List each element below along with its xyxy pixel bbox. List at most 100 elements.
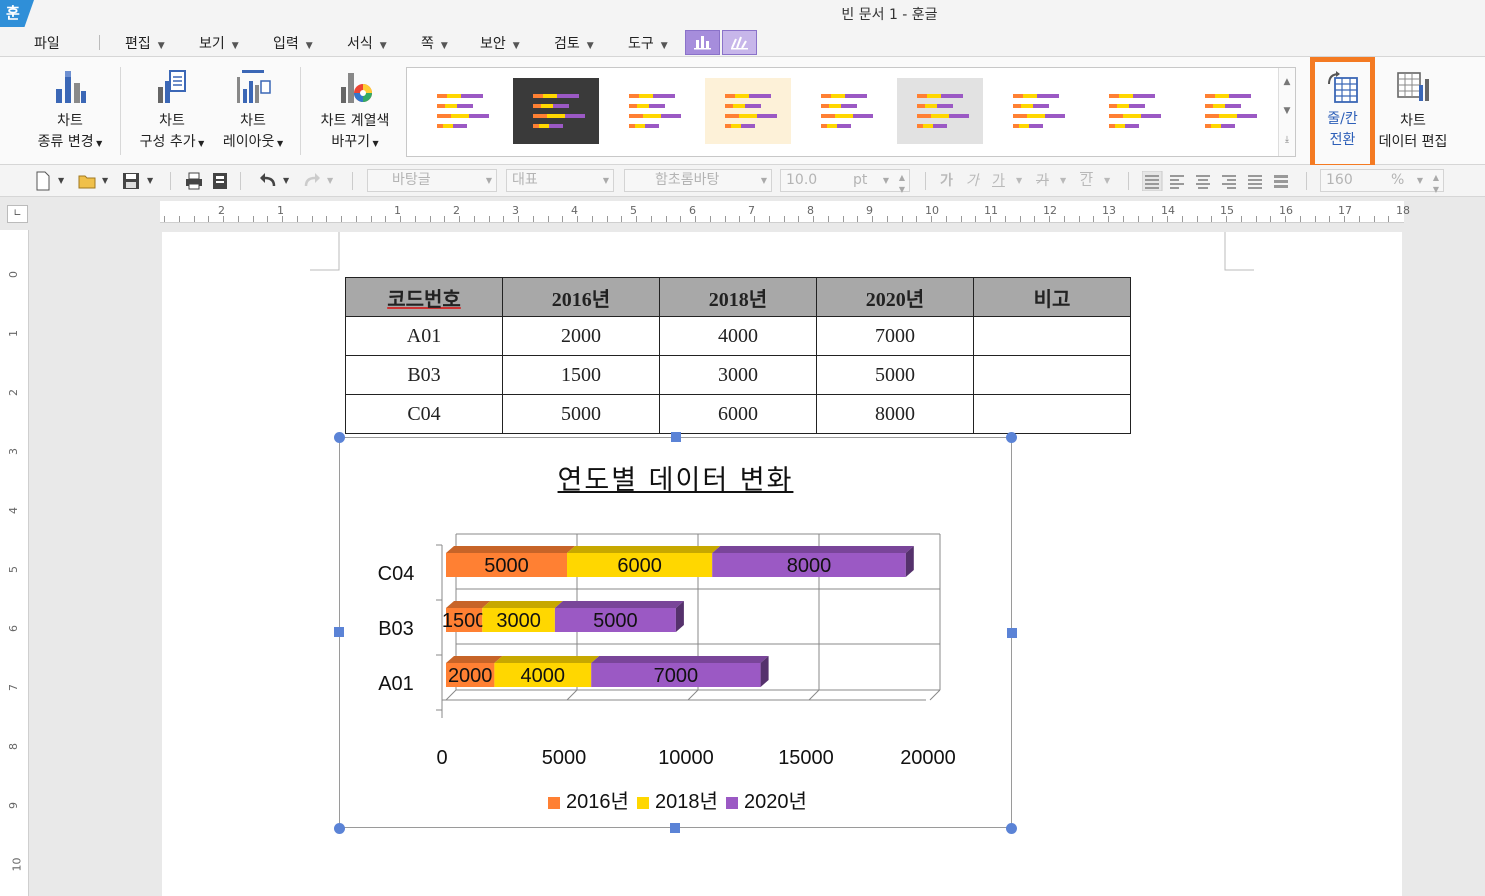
table-header-cell[interactable]: 비고 [973,277,1131,317]
gallery-expand-icon[interactable]: ⤓ [1279,126,1295,155]
table-cell[interactable]: 5000 [502,394,660,434]
menu-view[interactable]: 보기 ▼ [199,33,239,53]
font-size-combo[interactable]: 10.0 pt ▼ ▲ ▼ [780,169,910,194]
resize-handle-bottom[interactable] [670,823,680,833]
table-cell[interactable]: C04 [345,394,503,434]
vertical-ruler[interactable]: 0 1 2 3 4 5 6 7 8 9 10 [0,230,29,896]
scroll-up-icon[interactable]: ▲ [1279,68,1295,97]
table-cell[interactable] [973,355,1131,395]
resize-handle-top-left[interactable] [334,432,345,443]
table-cell[interactable] [973,394,1131,434]
font-color-icon[interactable]: 간 [1080,171,1093,191]
new-document-icon[interactable] [35,171,51,191]
bold-icon[interactable]: 가 [940,171,953,191]
scroll-down-icon[interactable]: ▼ [1279,97,1295,126]
table-header-cell[interactable]: 2020년 [816,277,974,317]
chart-style-thumb[interactable] [897,78,983,144]
strikethrough-icon[interactable]: 가 [1036,171,1049,191]
menu-security-label: 보안 [480,36,506,52]
chart-style-thumb[interactable] [801,78,887,144]
change-chart-type-button[interactable]: 차트 종류 변경 ▼ [30,69,110,157]
menu-file-label: 파일 [34,36,60,52]
table-header-cell[interactable]: 코드번호 [345,277,503,317]
data-table[interactable]: 코드번호 2016년 2018년 2020년 비고 A01 2000 4000 … [345,277,1131,434]
chevron-down-icon[interactable]: ▼ [1060,171,1066,191]
thumb-bar [1115,124,1125,128]
thumb-bar [725,94,735,98]
edit-chart-data-button[interactable]: 차트 데이터 편집 [1375,69,1451,157]
ruler-corner-button[interactable]: ∟ [7,205,28,223]
menu-review[interactable]: 검토 ▼ [554,33,594,53]
menu-page[interactable]: 쪽 ▼ [421,33,448,53]
table-cell[interactable]: 6000 [659,394,817,434]
tab-chart-context[interactable] [685,30,720,55]
chevron-down-icon[interactable]: ▼ [102,171,108,191]
save-icon[interactable] [122,171,140,191]
toolbar-divider [925,172,926,190]
thumb-bar [1125,124,1139,128]
resize-handle-right[interactable] [1007,628,1017,638]
chart-style-thumb[interactable] [1185,78,1271,144]
menu-file[interactable]: 파일 [34,33,60,53]
chart-style-thumb[interactable] [513,78,599,144]
chevron-down-icon[interactable]: ▼ [147,171,153,191]
ruler-tick [164,216,165,222]
table-header-cell[interactable]: 2016년 [502,277,660,317]
print-preview-icon[interactable] [211,171,229,191]
table-cell[interactable]: 8000 [816,394,974,434]
table-cell[interactable]: 2000 [502,316,660,356]
zoom-combo[interactable]: 160 % ▼ ▲ ▼ [1320,169,1444,194]
change-series-color-button[interactable]: 차트 계열색 바꾸기 ▼ [310,69,400,157]
align-buttons[interactable] [1142,171,1302,191]
chart-title[interactable]: 연도별 데이터 변화 [339,458,1012,497]
add-chart-element-button[interactable]: 차트 구성 추가 ▼ [136,69,208,157]
table-cell[interactable]: A01 [345,316,503,356]
menu-security[interactable]: 보안 ▼ [480,33,520,53]
resize-handle-bottom-right[interactable] [1006,823,1017,834]
table-cell[interactable]: 5000 [816,355,974,395]
ruler-tick [1240,216,1242,222]
underline-icon[interactable]: 가 [992,171,1005,191]
chevron-down-icon: ▼ [93,139,103,148]
font-combo[interactable]: 함초롬바탕 ▼ [624,169,772,192]
resize-handle-left[interactable] [334,627,344,637]
menu-insert[interactable]: 입력 ▼ [273,33,313,53]
chevron-down-icon[interactable]: ▼ [283,171,289,191]
chart-style-thumb[interactable] [993,78,1079,144]
chart-style-thumb[interactable] [705,78,791,144]
table-cell[interactable]: 1500 [502,355,660,395]
menu-tools-label: 도구 [628,36,654,52]
print-icon[interactable] [185,171,203,191]
table-cell[interactable]: 7000 [816,316,974,356]
chart-layout-button[interactable]: 차트 레이아웃 ▼ [218,69,288,157]
table-cell[interactable] [973,316,1131,356]
paragraph-style-combo[interactable]: 바탕글 ▼ [367,169,497,192]
chart-style-thumb[interactable] [609,78,695,144]
outline-combo[interactable]: 대표 ▼ [506,169,614,192]
gallery-scrollbar[interactable]: ▲ ▼ ⤓ [1278,68,1295,156]
open-folder-icon[interactable] [78,171,98,191]
chevron-down-icon[interactable]: ▼ [1016,171,1022,191]
table-cell[interactable]: B03 [345,355,503,395]
tab-chart-draw-context[interactable] [722,30,757,55]
menu-tools[interactable]: 도구 ▼ [628,33,668,53]
chevron-down-icon[interactable]: ▼ [1104,171,1110,191]
chart-style-thumb[interactable] [417,78,503,144]
chevron-down-icon[interactable]: ▼ [58,171,64,191]
table-cell[interactable]: 4000 [659,316,817,356]
ruler-tick [813,216,814,222]
table-row: A01 2000 4000 7000 [345,316,1131,356]
swap-row-column-button[interactable]: 줄/칸 전환 [1310,57,1375,169]
menu-edit[interactable]: 편집 ▼ [125,33,165,53]
undo-icon[interactable] [258,171,278,191]
resize-handle-top[interactable] [671,432,681,442]
resize-handle-bottom-left[interactable] [334,823,345,834]
horizontal-ruler[interactable]: 2 1 1 2 3 4 5 6 7 8 9 10 11 12 13 14 15 16 17 18 [160,201,1410,223]
table-header-cell[interactable]: 2018년 [659,277,817,317]
menu-format[interactable]: 서식 ▼ [347,33,387,53]
ruler-tick [1181,216,1183,222]
chart-style-thumb[interactable] [1089,78,1175,144]
table-cell[interactable]: 3000 [659,355,817,395]
resize-handle-top-right[interactable] [1006,432,1017,443]
italic-icon[interactable]: 가 [966,171,979,191]
